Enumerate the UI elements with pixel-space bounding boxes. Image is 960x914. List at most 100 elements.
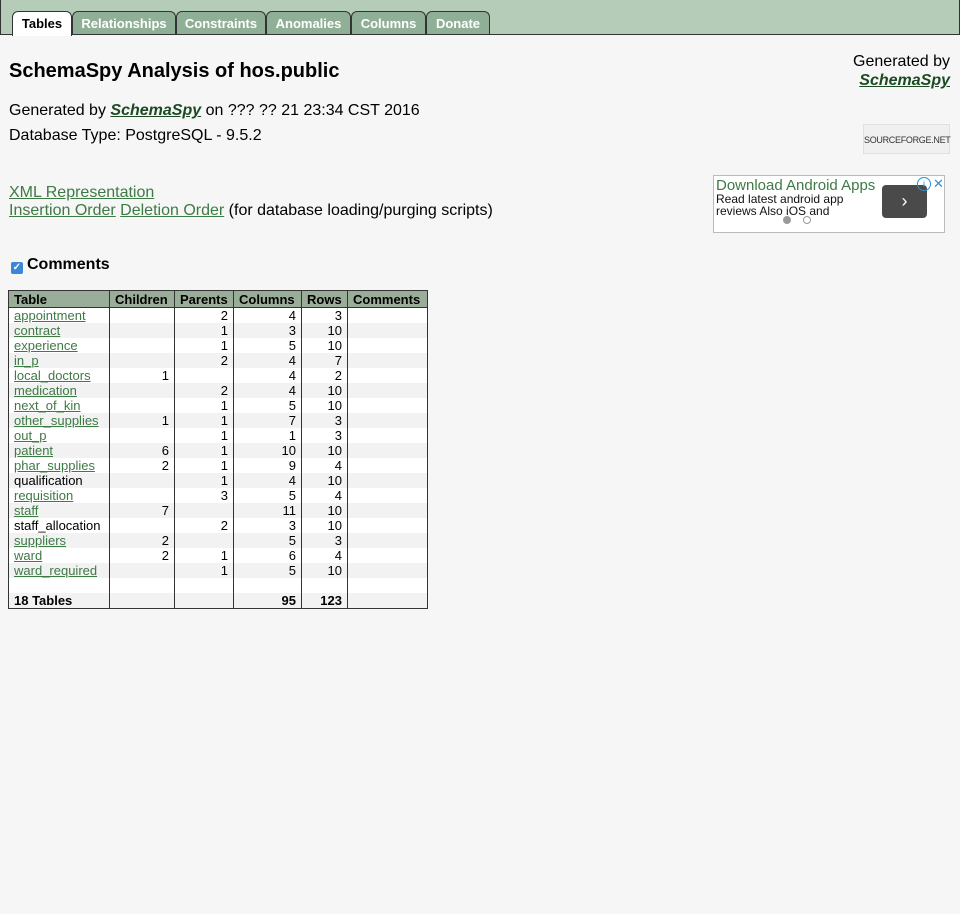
- children-cell: 1: [109, 413, 175, 428]
- tab-bar: Tables Relationships Constraints Anomali…: [0, 0, 960, 36]
- rows-cell: 10: [301, 518, 348, 533]
- tab-donate[interactable]: Donate: [426, 11, 490, 34]
- comments-cell: [347, 353, 428, 368]
- columns-cell: 4: [233, 473, 302, 488]
- tab-tables[interactable]: Tables: [12, 11, 72, 36]
- header-table[interactable]: Table: [8, 290, 110, 308]
- table-name-cell: experience: [8, 338, 110, 353]
- table-row: staff_allocation 2 3 10: [8, 518, 428, 533]
- header-parents[interactable]: Parents: [174, 290, 234, 308]
- table-link[interactable]: phar_supplies: [14, 458, 95, 473]
- table-link[interactable]: experience: [14, 338, 78, 353]
- children-cell: [109, 323, 175, 338]
- table-name-cell: suppliers: [8, 533, 110, 548]
- table-link[interactable]: requisition: [14, 488, 73, 503]
- table-row: appointment 2 4 3: [8, 307, 428, 323]
- ad-dot-active[interactable]: [783, 216, 791, 224]
- table-row: next_of_kin 1 5 10: [8, 398, 428, 413]
- rows-cell: 3: [301, 307, 348, 323]
- table-link[interactable]: in_p: [14, 353, 39, 368]
- children-cell: [109, 488, 175, 503]
- table-link[interactable]: appointment: [14, 308, 86, 323]
- xml-representation-link[interactable]: XML Representation: [9, 184, 154, 201]
- columns-cell: 11: [233, 503, 302, 518]
- columns-cell: 5: [233, 533, 302, 548]
- table-name: staff_allocation: [14, 518, 101, 533]
- columns-cell: 9: [233, 458, 302, 473]
- table-link[interactable]: medication: [14, 383, 77, 398]
- deletion-order-link[interactable]: Deletion Order: [120, 202, 224, 219]
- table-link[interactable]: staff: [14, 503, 38, 518]
- spacer-cell: [109, 578, 175, 593]
- header-children[interactable]: Children: [109, 290, 175, 308]
- tab-relationships[interactable]: Relationships: [72, 11, 176, 34]
- tab-anomalies[interactable]: Anomalies: [266, 11, 351, 34]
- spacer-cell: [233, 578, 302, 593]
- table-link[interactable]: other_supplies: [14, 413, 99, 428]
- header-rows[interactable]: Rows: [301, 290, 348, 308]
- table-name-cell: staff_allocation: [8, 518, 110, 533]
- table-header-row: Table Children Parents Columns Rows Comm…: [8, 290, 428, 308]
- table-footer-row: 18 Tables 95 123: [8, 593, 428, 609]
- parents-cell: 1: [174, 443, 234, 458]
- schemaspy-link[interactable]: SchemaSpy: [110, 102, 201, 119]
- parents-cell: 2: [174, 518, 234, 533]
- rows-cell: 2: [301, 368, 348, 383]
- rows-cell: 10: [301, 338, 348, 353]
- spacer-cell: [174, 578, 234, 593]
- table-link[interactable]: suppliers: [14, 533, 66, 548]
- generated-prefix: Generated by: [9, 102, 106, 119]
- table-name-cell: in_p: [8, 353, 110, 368]
- children-cell: [109, 338, 175, 353]
- children-cell: [109, 428, 175, 443]
- table-link[interactable]: ward: [14, 548, 42, 563]
- ad-text: Read latest android app reviews Also iOS…: [716, 192, 844, 218]
- sourceforge-logo[interactable]: SOURCEFORGE.NET: [863, 124, 951, 154]
- header-comments[interactable]: Comments: [347, 290, 428, 308]
- ad-dot[interactable]: [803, 216, 811, 224]
- table-link[interactable]: patient: [14, 443, 53, 458]
- schemaspy-brand-link[interactable]: SchemaSpy: [859, 72, 950, 89]
- header-columns[interactable]: Columns: [233, 290, 302, 308]
- columns-cell: 5: [233, 488, 302, 503]
- parents-cell: 2: [174, 307, 234, 323]
- table-link[interactable]: local_doctors: [14, 368, 91, 383]
- comments-cell: [347, 563, 428, 578]
- footer-columns-total: 95: [233, 593, 302, 609]
- table-row: medication 2 4 10: [8, 383, 428, 398]
- table-link[interactable]: next_of_kin: [14, 398, 81, 413]
- table-link[interactable]: contract: [14, 323, 60, 338]
- table-row: patient 6 1 10 10: [8, 443, 428, 458]
- comments-cell: [347, 368, 428, 383]
- children-cell: [109, 353, 175, 368]
- generated-date: on ??? ?? 21 23:34 CST 2016: [205, 102, 420, 119]
- ad-close-icon[interactable]: ✕: [933, 176, 944, 192]
- table-link[interactable]: ward_required: [14, 563, 97, 578]
- table-row: experience 1 5 10: [8, 338, 428, 353]
- rows-cell: 10: [301, 323, 348, 338]
- tab-constraints[interactable]: Constraints: [176, 11, 266, 34]
- comments-cell: [347, 413, 428, 428]
- footer-children: [109, 593, 175, 609]
- ad-info-icon[interactable]: i: [917, 177, 931, 191]
- table-name-cell: ward_required: [8, 563, 110, 578]
- comments-cell: [347, 458, 428, 473]
- rows-cell: 10: [301, 383, 348, 398]
- children-cell: 6: [109, 443, 175, 458]
- comments-checkbox[interactable]: ✓: [11, 262, 23, 274]
- table-link[interactable]: out_p: [14, 428, 47, 443]
- spacer-row: [8, 578, 428, 593]
- tab-columns[interactable]: Columns: [351, 11, 426, 34]
- ad-banner[interactable]: Download Android Apps Read latest androi…: [713, 175, 945, 233]
- comments-cell: [347, 443, 428, 458]
- insertion-order-link[interactable]: Insertion Order: [9, 202, 116, 219]
- comments-cell: [347, 533, 428, 548]
- comments-cell: [347, 338, 428, 353]
- children-cell: [109, 307, 175, 323]
- rows-cell: 4: [301, 548, 348, 563]
- comments-toggle[interactable]: ✓ Comments: [11, 256, 110, 274]
- table-name-cell: qualification: [8, 473, 110, 488]
- children-cell: 2: [109, 548, 175, 563]
- table-name-cell: staff: [8, 503, 110, 518]
- columns-cell: 4: [233, 353, 302, 368]
